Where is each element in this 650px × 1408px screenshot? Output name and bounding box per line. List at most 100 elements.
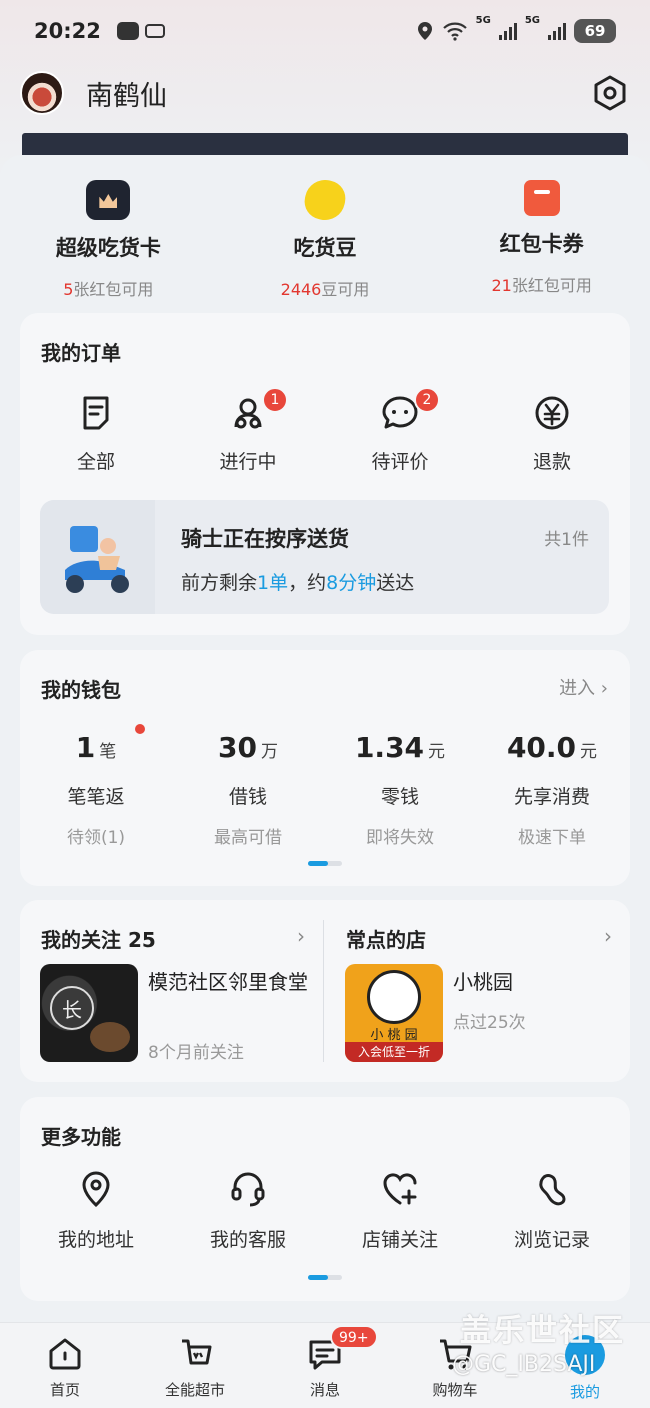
shop-logo-text: 长	[50, 986, 94, 1030]
more-title: 更多功能	[41, 1125, 121, 1149]
order-all-button[interactable]: 全部	[20, 393, 172, 474]
wallet-enter-label: 进入	[559, 678, 596, 699]
network-type-a: 5G	[475, 15, 491, 26]
tab-label: 首页	[49, 1381, 80, 1399]
thumb-promo-banner: 入会低至一折	[345, 1042, 443, 1062]
wallet-sub: 最高可借	[214, 828, 282, 848]
wallet-name: 借钱	[228, 786, 267, 808]
shop-followed-time: 8个月前关注	[148, 1043, 244, 1063]
status-time: 20:22	[34, 19, 101, 43]
wallet-name: 笔笔返	[67, 786, 125, 808]
wallet-value: 30	[218, 731, 257, 764]
wallet-unit: 笔	[99, 742, 117, 762]
thumb-shop-name: 小 桃 园	[370, 1028, 418, 1043]
asset-count: 5	[63, 280, 74, 299]
scooter-icon	[65, 526, 129, 593]
customer-service-button[interactable]: 我的客服	[172, 1169, 324, 1252]
headset-icon	[231, 1172, 265, 1207]
asset-suffix: 张红包可用	[73, 280, 154, 299]
asset-coupons[interactable]: 红包卡券 21张红包可用	[433, 180, 650, 300]
tab-label: 消息	[309, 1381, 340, 1399]
more-functions-card: 更多功能 我的地址 我的客服 店铺关注 浏览记录	[20, 1097, 630, 1301]
wallet-change[interactable]: 1.34 元 零钱 即将失效	[324, 730, 476, 848]
frequent-shops[interactable]: 常点的店 › 小 桃 园 入会低至一折 小桃园 点过25次	[325, 900, 630, 1082]
order-label: 全部	[76, 451, 115, 473]
shop-thumbnail[interactable]: 长	[40, 964, 138, 1062]
settings-button[interactable]	[590, 73, 630, 113]
eta-suffix: 送达	[376, 572, 415, 594]
asset-title: 红包卡券	[499, 232, 584, 256]
yuan-refund-icon	[535, 396, 569, 430]
wallet-unit: 元	[428, 742, 446, 762]
location-pin-icon	[82, 1171, 110, 1208]
order-badge: 2	[414, 387, 440, 413]
chevron-right-icon: ›	[604, 924, 612, 948]
delivery-status-card[interactable]: 骑士正在按序送货 共1件 前方剩余1单，约8分钟送达	[40, 500, 609, 614]
username[interactable]: 南鹤仙	[86, 74, 167, 113]
asset-beans[interactable]: 吃货豆 2446豆可用	[217, 176, 434, 300]
tab-label: 全能超市	[164, 1381, 225, 1399]
bean-icon	[301, 176, 349, 224]
wallet-sub: 极速下单	[518, 828, 586, 848]
asset-suffix: 张红包可用	[511, 276, 592, 295]
followed-title: 我的关注 25	[41, 928, 156, 952]
signal-icon	[498, 22, 517, 40]
chevron-right-icon: ›	[600, 678, 608, 699]
delivery-item-count: 共1件	[544, 530, 589, 550]
location-icon	[417, 22, 432, 40]
wallet-buy-now-pay-later[interactable]: 40.0 元 先享消费 极速下单	[476, 730, 628, 848]
new-dot	[135, 724, 145, 734]
order-label: 进行中	[219, 451, 277, 473]
wallet-name: 先享消费	[513, 786, 590, 808]
wifi-icon	[442, 22, 467, 41]
more-label: 浏览记录	[513, 1229, 590, 1251]
message-notification-icon	[116, 22, 139, 40]
order-shortcuts: 全部 1 进行中 2 待评价 退款	[20, 387, 630, 474]
asset-count: 2446	[280, 280, 322, 299]
tab-label: 购物车	[432, 1381, 478, 1399]
order-in-progress-button[interactable]: 1 进行中	[172, 387, 324, 474]
wallet-unit: 万	[260, 742, 278, 762]
tab-messages[interactable]: 99+ 消息	[260, 1323, 390, 1408]
wallet-card: 我的钱包 进入 › 1笔 笔笔返 待领(1) 30 万 借钱 最高可借 1.34 元…	[20, 650, 630, 886]
wallet-items: 1笔 笔笔返 待领(1) 30 万 借钱 最高可借 1.34 元 零钱 即将失效 4…	[20, 724, 630, 848]
wallet-sub: 即将失效	[366, 828, 434, 848]
tab-supermarket[interactable]: 全能超市	[130, 1323, 260, 1408]
orders-title: 我的订单	[41, 341, 121, 365]
asset-super-card[interactable]: 超级吃货卡 5张红包可用	[0, 180, 217, 300]
signal-icon-2	[548, 22, 566, 40]
tab-home[interactable]: 首页	[0, 1323, 130, 1408]
frequent-title: 常点的店	[346, 928, 426, 952]
avatar[interactable]	[20, 71, 64, 115]
tab-label: 我的	[569, 1383, 600, 1401]
network-type-b: 5G	[524, 15, 540, 26]
shop-thumbnail[interactable]: 小 桃 园 入会低至一折	[345, 964, 443, 1062]
crown-card-icon	[86, 180, 131, 220]
divider	[323, 920, 324, 1062]
orders-card: 我的订单 全部 1 进行中 2 待评价 退款 骑士正在按序送货 共1件 前方剩余…	[20, 313, 630, 635]
followed-shops[interactable]: 我的关注 25 › 长 模范社区邻里食堂 8个月前关注	[20, 900, 323, 1082]
order-label: 待评价	[371, 451, 429, 473]
wallet-cashback[interactable]: 1笔 笔笔返 待领(1)	[20, 724, 172, 848]
basket-icon	[182, 1339, 212, 1365]
heart-plus-icon	[383, 1173, 417, 1205]
settings-hexagon-icon	[594, 75, 626, 111]
delivery-title: 骑士正在按序送货	[181, 527, 349, 551]
asset-title: 超级吃货卡	[55, 236, 161, 260]
wallet-loan[interactable]: 30 万 借钱 最高可借	[172, 730, 324, 848]
wallet-enter-link[interactable]: 进入 ›	[559, 674, 608, 700]
shops-card: 我的关注 25 › 长 模范社区邻里食堂 8个月前关注 常点的店 › 小 桃 园…	[20, 900, 630, 1082]
asset-suffix: 豆可用	[321, 280, 370, 299]
wallet-value: 1	[75, 731, 96, 764]
wallet-value: 40.0	[506, 731, 577, 764]
wallet-unit: 元	[580, 742, 598, 762]
document-icon	[83, 396, 109, 430]
browse-history-button[interactable]: 浏览记录	[476, 1169, 628, 1252]
order-refund-button[interactable]: 退款	[476, 393, 628, 474]
order-to-review-button[interactable]: 2 待评价	[324, 387, 476, 474]
my-address-button[interactable]: 我的地址	[20, 1169, 172, 1252]
order-badge: 1	[262, 387, 288, 413]
more-label: 店铺关注	[361, 1229, 438, 1251]
wallet-value: 1.34	[354, 731, 425, 764]
shop-follow-button[interactable]: 店铺关注	[324, 1169, 476, 1252]
